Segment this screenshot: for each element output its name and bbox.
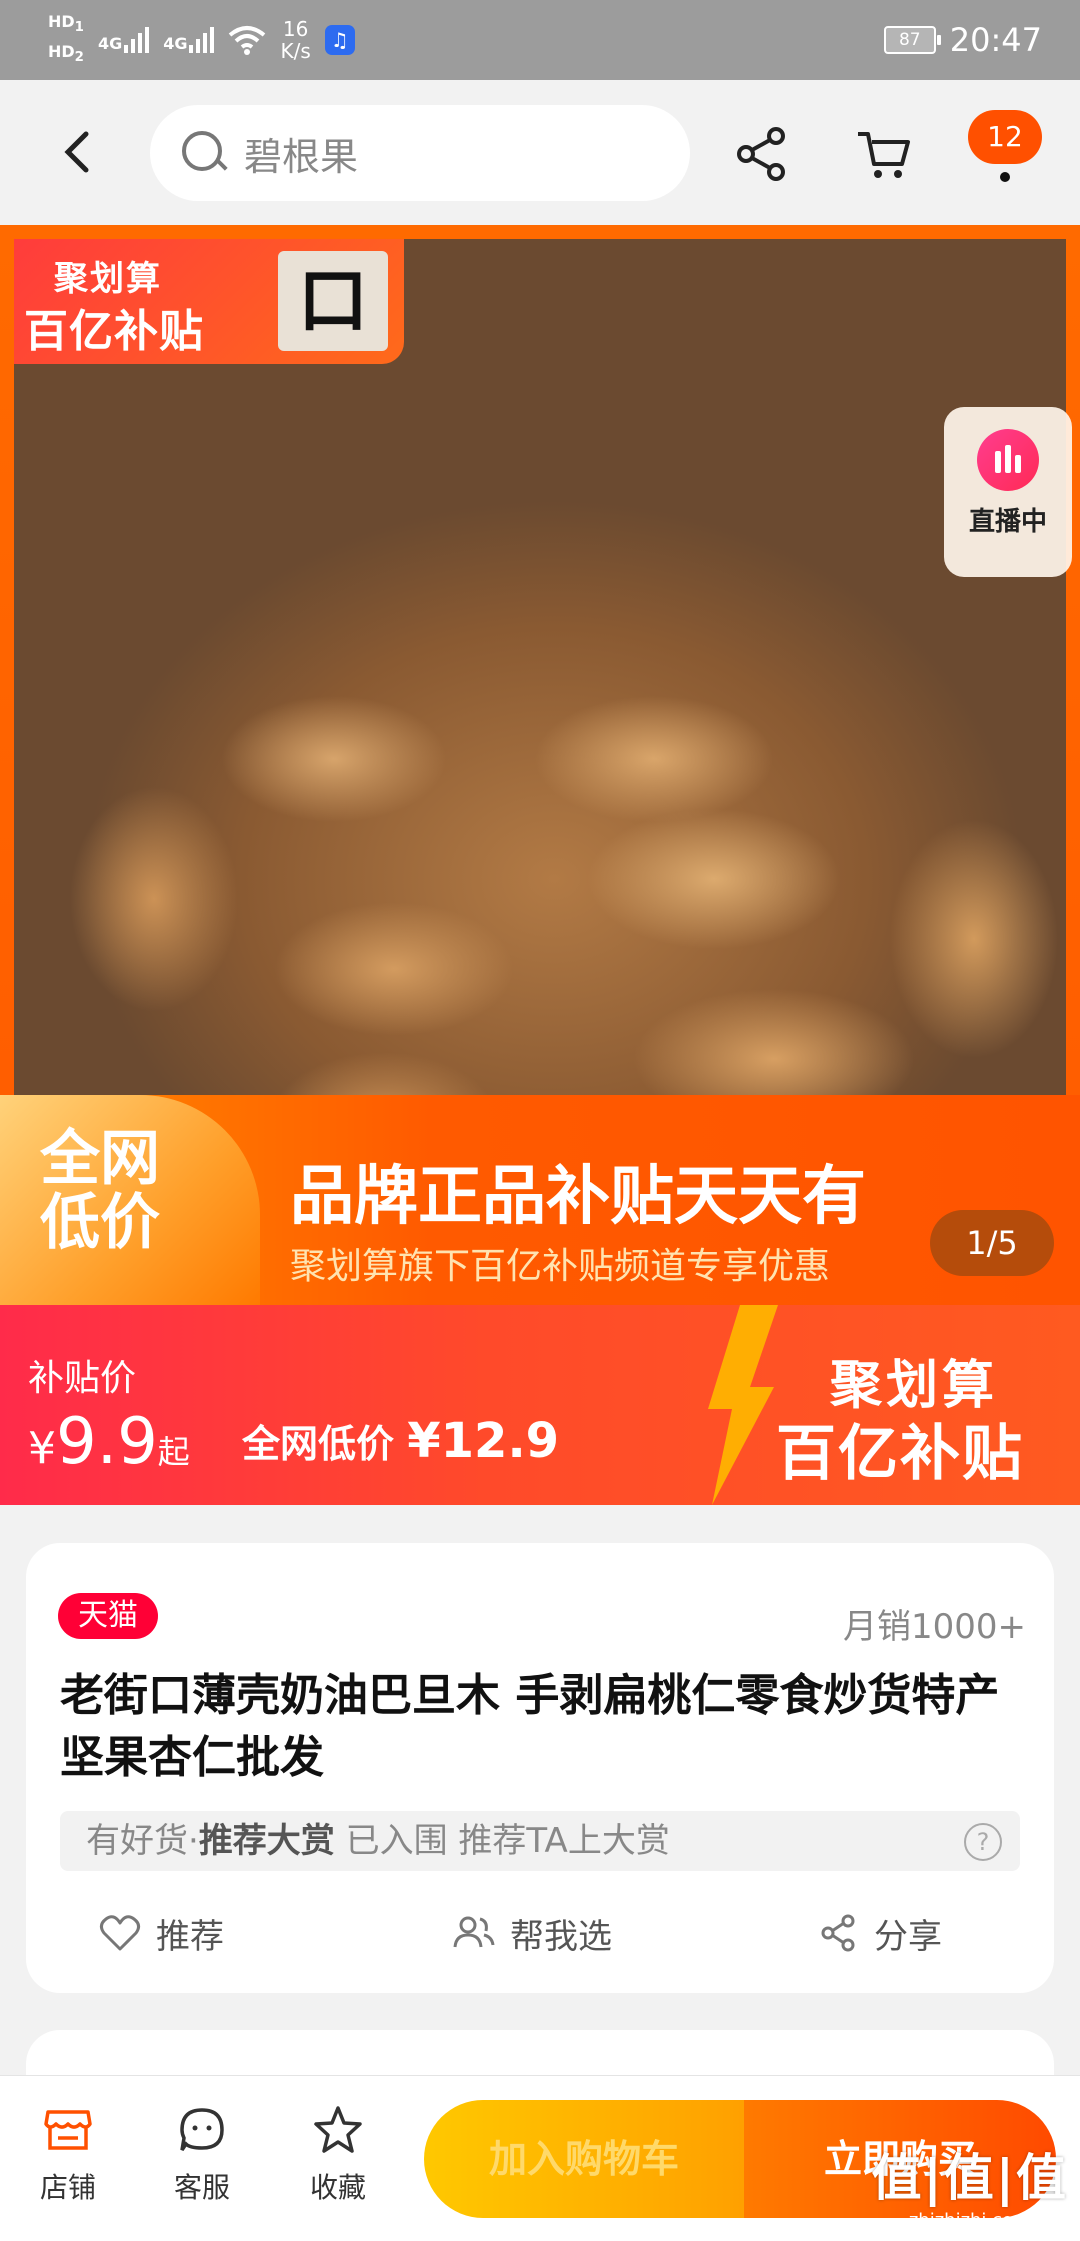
speed-value: 16 <box>282 17 309 41</box>
star-icon <box>314 2106 362 2153</box>
recommend-award-row[interactable]: 有好货·推荐大赏 已入围 推荐TA上大赏 ? <box>60 1811 1020 1871</box>
status-left: HD1 HD2 4G 4G 16 K/s ♫ <box>48 10 355 70</box>
share-button[interactable]: 分享 <box>816 1893 942 1973</box>
help-me-choose-label: 帮我选 <box>510 1916 612 1957</box>
more-menu-button[interactable]: 12 <box>968 110 1042 184</box>
live-label: 直播中 <box>968 507 1047 537</box>
heart-icon <box>99 1915 141 1951</box>
recommend-button[interactable]: 推荐 <box>98 1893 224 1973</box>
rec-bold: 推荐大赏 <box>198 1821 335 1861</box>
wifi-icon <box>229 26 266 55</box>
back-button[interactable] <box>48 122 108 182</box>
help-me-choose-button[interactable]: 帮我选 <box>452 1893 612 1973</box>
hd-2: HD2 <box>48 40 84 70</box>
brand-line2: 百亿补贴 <box>776 1419 1024 1489</box>
currency-symbol: ¥ <box>28 1423 56 1474</box>
store-icon <box>44 2110 92 2150</box>
hd-1-sub: 1 <box>74 20 84 35</box>
share-icon[interactable] <box>730 122 794 186</box>
speed-unit: K/s <box>280 39 311 63</box>
price-strip: 补贴价 ¥9.9起 全网低价 ¥12.9 聚划算 百亿补贴 <box>0 1305 1080 1505</box>
product-info-card: 天猫 月销1000+ 老街口薄壳奶油巴旦木 手剥扁桃仁零食炒货特产坚果杏仁批发 … <box>26 1543 1054 1993</box>
live-stream-button[interactable]: 直播中 <box>944 407 1072 577</box>
share-icon <box>821 1914 855 1952</box>
banner-headline: 品牌正品补贴天天有 <box>290 1160 866 1234</box>
watermark: 值|值|值 zhizhizhi.com <box>871 2138 1068 2231</box>
lightning-icon <box>708 1305 778 1505</box>
more-dot-icon <box>1000 172 1010 182</box>
price-value: 9.9 <box>56 1405 158 1479</box>
search-query: 碧根果 <box>244 134 359 179</box>
search-icon <box>182 131 226 175</box>
customer-service-tab[interactable]: 客服 <box>152 2104 252 2206</box>
bottom-action-bar: 店铺 客服 收藏 加入购物车 立即购买 值|值|值 zhizhizhi.com <box>0 2075 1080 2241</box>
store-tab[interactable]: 店铺 <box>18 2104 118 2206</box>
favorite-tab[interactable]: 收藏 <box>288 2104 388 2206</box>
compare-price-value: ¥12.9 <box>407 1413 560 1469</box>
battery-level: 87 <box>898 30 921 50</box>
signal-bars-icon <box>189 27 215 53</box>
rec-prefix: 有好货· <box>86 1821 199 1861</box>
hd-indicators: HD1 HD2 <box>48 10 84 70</box>
signal-1: 4G <box>97 27 150 53</box>
cart-count-badge: 12 <box>968 110 1042 164</box>
tmall-badge: 天猫 <box>58 1593 158 1639</box>
status-right: 87 20:47 <box>883 14 1042 66</box>
watermark-logo: 值|值|值 <box>871 2149 1068 2207</box>
juhuasuan-corner-tag: 聚划算 百亿补贴 口 <box>14 239 404 364</box>
top-nav: 碧根果 12 <box>0 80 1080 225</box>
hd-1: HD1 <box>48 10 84 40</box>
subsidy-price: ¥9.9起 <box>28 1405 190 1479</box>
music-app-icon: ♫ <box>324 25 355 55</box>
subsidy-price-label: 补贴价 <box>28 1358 137 1399</box>
signal-2: 4G <box>163 27 215 53</box>
search-bar[interactable]: 碧根果 <box>150 105 690 201</box>
battery-icon: 87 <box>883 26 941 54</box>
carousel-pager: 1/5 <box>930 1210 1054 1276</box>
brand-logo: 口 <box>278 251 388 351</box>
share-label: 分享 <box>874 1916 942 1957</box>
signal-bars-icon <box>124 27 150 53</box>
banner-subline: 聚划算旗下百亿补贴频道专享优惠 <box>290 1246 831 1287</box>
hd-2-label: HD <box>48 42 75 61</box>
low-price-line1: 全网 <box>40 1124 160 1194</box>
compare-price: 全网低价 ¥12.9 <box>242 1413 559 1469</box>
subsidy-banner: 全网 低价 品牌正品补贴天天有 聚划算旗下百亿补贴频道专享优惠 <box>0 1095 1080 1305</box>
chevron-left-icon <box>64 131 89 173</box>
hd-1-label: HD <box>48 11 75 31</box>
add-to-cart-button[interactable]: 加入购物车 <box>424 2100 744 2218</box>
corner-tag-line1: 聚划算 <box>54 259 162 299</box>
corner-tag-line2: 百亿补贴 <box>24 306 204 357</box>
network-speed: 16 K/s <box>280 18 310 62</box>
network-type-1: 4G <box>97 34 123 53</box>
low-price-line2: 低价 <box>40 1188 160 1258</box>
product-title: 老街口薄壳奶油巴旦木 手剥扁桃仁零食炒货特产坚果杏仁批发 <box>60 1670 1000 1783</box>
rec-suffix: 已入围 推荐TA上大赏 <box>334 1821 670 1861</box>
favorite-label: 收藏 <box>309 2171 366 2204</box>
compare-price-label: 全网低价 <box>242 1422 395 1466</box>
low-price-badge-text: 全网 低价 <box>40 1127 160 1255</box>
product-actions: 推荐 帮我选 分享 <box>26 1893 1054 1973</box>
low-price-badge: 全网 低价 <box>0 1095 260 1305</box>
store-label: 店铺 <box>39 2171 96 2204</box>
status-bar: HD1 HD2 4G 4G 16 K/s ♫ 87 20:47 <box>0 0 1080 80</box>
watermark-url: zhizhizhi.com <box>908 2210 1031 2231</box>
customer-service-label: 客服 <box>173 2171 230 2204</box>
chat-bubble-icon <box>180 2108 224 2151</box>
hd-2-sub: 2 <box>74 50 84 66</box>
monthly-sales: 月销1000+ <box>842 1607 1026 1647</box>
price-suffix: 起 <box>157 1433 190 1471</box>
cart-icon[interactable] <box>852 122 916 186</box>
help-icon[interactable]: ? <box>964 1823 1002 1861</box>
network-type-2: 4G <box>163 34 188 53</box>
clock: 20:47 <box>949 21 1042 59</box>
people-icon <box>453 1916 495 1948</box>
live-icon <box>977 429 1039 491</box>
recommend-label: 推荐 <box>156 1916 224 1957</box>
